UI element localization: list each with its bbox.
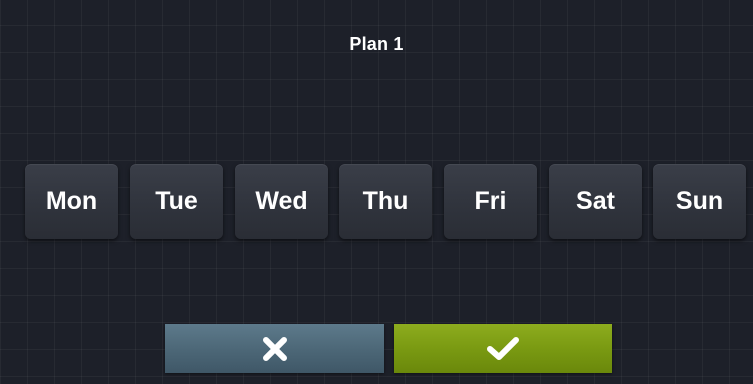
day-button-sun[interactable]: Sun xyxy=(653,164,746,239)
close-icon xyxy=(262,336,287,361)
day-button-tue[interactable]: Tue xyxy=(130,164,223,239)
page-title: Plan 1 xyxy=(349,34,404,54)
plan-screen: Plan 1 Mon Tue Wed Thu Fri Sat Sun xyxy=(0,0,753,384)
day-button-fri[interactable]: Fri xyxy=(444,164,537,239)
day-button-wed[interactable]: Wed xyxy=(235,164,328,239)
checkmark-icon xyxy=(487,336,519,360)
day-button-thu[interactable]: Thu xyxy=(339,164,432,239)
cancel-button[interactable] xyxy=(165,324,384,373)
confirm-button[interactable] xyxy=(394,324,612,373)
day-button-mon[interactable]: Mon xyxy=(25,164,118,239)
day-button-sat[interactable]: Sat xyxy=(549,164,642,239)
